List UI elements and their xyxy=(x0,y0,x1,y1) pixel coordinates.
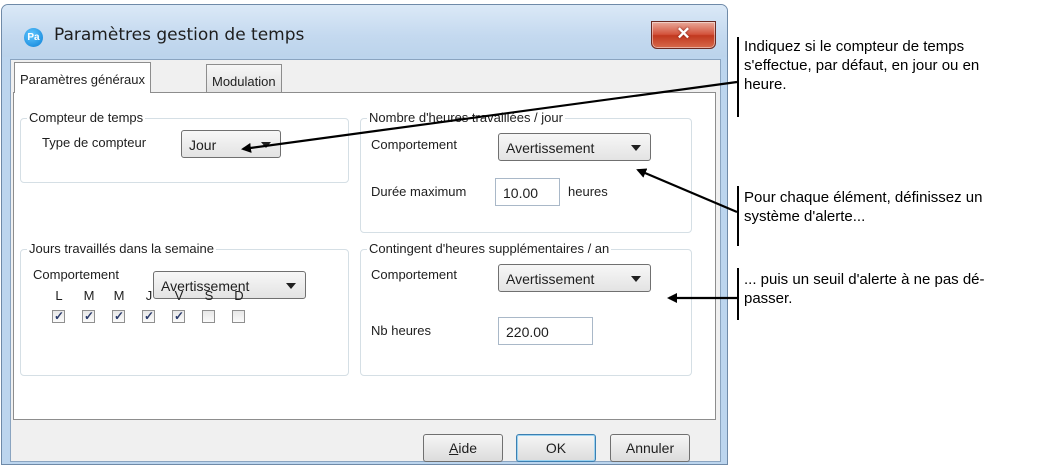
arrow-to-alert-behavior xyxy=(636,168,738,214)
arrow-to-counter-type xyxy=(241,80,738,153)
tab-general-settings[interactable]: Paramètres généraux xyxy=(14,62,152,93)
annotation-arrows xyxy=(241,80,738,303)
